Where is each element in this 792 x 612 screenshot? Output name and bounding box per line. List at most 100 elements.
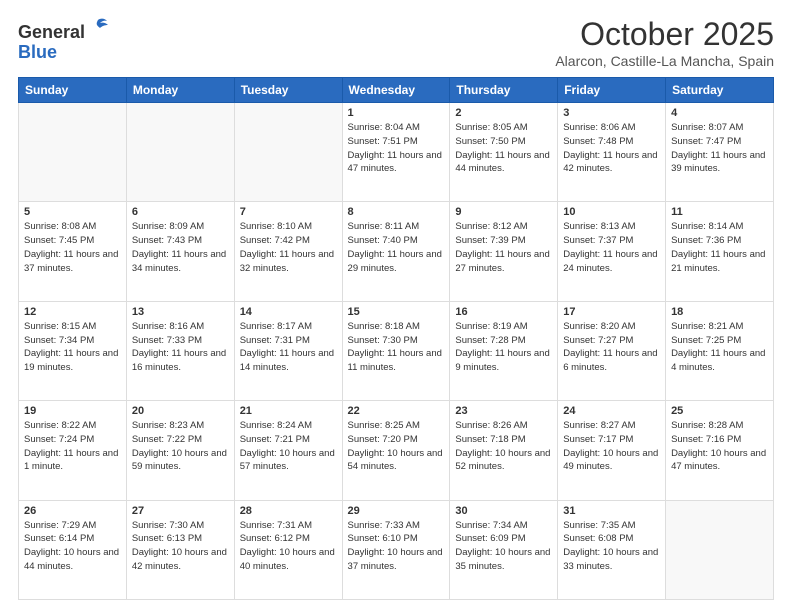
calendar-day-8: 8Sunrise: 8:11 AM Sunset: 7:40 PM Daylig… bbox=[342, 202, 450, 301]
calendar-day-13: 13Sunrise: 8:16 AM Sunset: 7:33 PM Dayli… bbox=[126, 301, 234, 400]
day-number: 23 bbox=[455, 405, 552, 417]
day-info: Sunrise: 8:17 AM Sunset: 7:31 PM Dayligh… bbox=[240, 320, 337, 375]
calendar-day-25: 25Sunrise: 8:28 AM Sunset: 7:16 PM Dayli… bbox=[666, 401, 774, 500]
logo: General Blue bbox=[18, 16, 109, 63]
calendar-day-30: 30 Sunrise: 7:34 AM Sunset: 6:09 PM Dayli… bbox=[450, 500, 558, 599]
day-number: 27 bbox=[132, 505, 229, 517]
calendar-day-11: 11Sunrise: 8:14 AM Sunset: 7:36 PM Dayli… bbox=[666, 202, 774, 301]
calendar-day-29: 29 Sunrise: 7:33 AM Sunset: 6:10 PM Dayli… bbox=[342, 500, 450, 599]
day-info: Sunrise: 8:18 AM Sunset: 7:30 PM Dayligh… bbox=[348, 320, 445, 375]
calendar-day-3: 3 Sunrise: 8:06 AM Sunset: 7:48 PM Daylig… bbox=[558, 103, 666, 202]
calendar-table: SundayMondayTuesdayWednesdayThursdayFrid… bbox=[18, 77, 774, 600]
calendar-day-23: 23 Sunrise: 8:26 AM Sunset: 7:18 PM Dayli… bbox=[450, 401, 558, 500]
page: General Blue October 2025 Alarcon, Casti… bbox=[0, 0, 792, 612]
calendar-day-12: 12 Sunrise: 8:15 AM Sunset: 7:34 PM Dayli… bbox=[19, 301, 127, 400]
calendar-day-26: 26 Sunrise: 7:29 AM Sunset: 6:14 PM Dayli… bbox=[19, 500, 127, 599]
logo-general-text: General bbox=[18, 22, 85, 42]
col-header-thursday: Thursday bbox=[450, 78, 558, 103]
calendar-week-1: 1Sunrise: 8:04 AM Sunset: 7:51 PM Daylig… bbox=[19, 103, 774, 202]
day-number: 29 bbox=[348, 505, 445, 517]
calendar-day-28: 28Sunrise: 7:31 AM Sunset: 6:12 PM Dayli… bbox=[234, 500, 342, 599]
calendar-week-3: 12 Sunrise: 8:15 AM Sunset: 7:34 PM Dayli… bbox=[19, 301, 774, 400]
calendar-day-22: 22 Sunrise: 8:25 AM Sunset: 7:20 PM Dayli… bbox=[342, 401, 450, 500]
day-info: Sunrise: 8:08 AM Sunset: 7:45 PM Dayligh… bbox=[24, 220, 121, 275]
col-header-friday: Friday bbox=[558, 78, 666, 103]
calendar-day-20: 20 Sunrise: 8:23 AM Sunset: 7:22 PM Dayli… bbox=[126, 401, 234, 500]
day-number: 11 bbox=[671, 206, 768, 218]
day-info: Sunrise: 8:28 AM Sunset: 7:16 PM Dayligh… bbox=[671, 419, 768, 474]
day-number: 7 bbox=[240, 206, 337, 218]
day-info: Sunrise: 8:20 AM Sunset: 7:27 PM Dayligh… bbox=[563, 320, 660, 375]
calendar-day-31: 31 Sunrise: 7:35 AM Sunset: 6:08 PM Dayli… bbox=[558, 500, 666, 599]
day-info: Sunrise: 7:34 AM Sunset: 6:09 PM Dayligh… bbox=[455, 519, 552, 574]
calendar-empty bbox=[126, 103, 234, 202]
day-info: Sunrise: 8:27 AM Sunset: 7:17 PM Dayligh… bbox=[563, 419, 660, 474]
calendar-day-14: 14Sunrise: 8:17 AM Sunset: 7:31 PM Dayli… bbox=[234, 301, 342, 400]
calendar-day-16: 16Sunrise: 8:19 AM Sunset: 7:28 PM Dayli… bbox=[450, 301, 558, 400]
calendar-week-2: 5 Sunrise: 8:08 AM Sunset: 7:45 PM Daylig… bbox=[19, 202, 774, 301]
day-info: Sunrise: 8:11 AM Sunset: 7:40 PM Dayligh… bbox=[348, 220, 445, 275]
day-info: Sunrise: 8:21 AM Sunset: 7:25 PM Dayligh… bbox=[671, 320, 768, 375]
calendar-week-5: 26 Sunrise: 7:29 AM Sunset: 6:14 PM Dayli… bbox=[19, 500, 774, 599]
day-number: 26 bbox=[24, 505, 121, 517]
day-info: Sunrise: 8:16 AM Sunset: 7:33 PM Dayligh… bbox=[132, 320, 229, 375]
day-info: Sunrise: 8:26 AM Sunset: 7:18 PM Dayligh… bbox=[455, 419, 552, 474]
header: General Blue October 2025 Alarcon, Casti… bbox=[18, 16, 774, 69]
calendar-day-27: 27Sunrise: 7:30 AM Sunset: 6:13 PM Dayli… bbox=[126, 500, 234, 599]
day-info: Sunrise: 8:23 AM Sunset: 7:22 PM Dayligh… bbox=[132, 419, 229, 474]
calendar-day-21: 21Sunrise: 8:24 AM Sunset: 7:21 PM Dayli… bbox=[234, 401, 342, 500]
day-number: 9 bbox=[455, 206, 552, 218]
calendar-day-4: 4Sunrise: 8:07 AM Sunset: 7:47 PM Daylig… bbox=[666, 103, 774, 202]
calendar-day-1: 1Sunrise: 8:04 AM Sunset: 7:51 PM Daylig… bbox=[342, 103, 450, 202]
location: Alarcon, Castille-La Mancha, Spain bbox=[555, 53, 774, 69]
calendar-empty bbox=[234, 103, 342, 202]
title-block: October 2025 Alarcon, Castille-La Mancha… bbox=[555, 16, 774, 69]
day-number: 17 bbox=[563, 306, 660, 318]
calendar-day-18: 18 Sunrise: 8:21 AM Sunset: 7:25 PM Dayli… bbox=[666, 301, 774, 400]
calendar-day-2: 2Sunrise: 8:05 AM Sunset: 7:50 PM Daylig… bbox=[450, 103, 558, 202]
day-info: Sunrise: 7:29 AM Sunset: 6:14 PM Dayligh… bbox=[24, 519, 121, 574]
day-number: 3 bbox=[563, 107, 660, 119]
col-header-saturday: Saturday bbox=[666, 78, 774, 103]
month-title: October 2025 bbox=[555, 16, 774, 53]
day-number: 21 bbox=[240, 405, 337, 417]
day-number: 19 bbox=[24, 405, 121, 417]
calendar-day-9: 9 Sunrise: 8:12 AM Sunset: 7:39 PM Daylig… bbox=[450, 202, 558, 301]
day-info: Sunrise: 8:15 AM Sunset: 7:34 PM Dayligh… bbox=[24, 320, 121, 375]
day-number: 15 bbox=[348, 306, 445, 318]
day-number: 22 bbox=[348, 405, 445, 417]
day-info: Sunrise: 8:09 AM Sunset: 7:43 PM Dayligh… bbox=[132, 220, 229, 275]
day-number: 31 bbox=[563, 505, 660, 517]
calendar-day-7: 7 Sunrise: 8:10 AM Sunset: 7:42 PM Daylig… bbox=[234, 202, 342, 301]
day-number: 4 bbox=[671, 107, 768, 119]
day-info: Sunrise: 8:06 AM Sunset: 7:48 PM Dayligh… bbox=[563, 121, 660, 176]
day-info: Sunrise: 7:33 AM Sunset: 6:10 PM Dayligh… bbox=[348, 519, 445, 574]
day-number: 1 bbox=[348, 107, 445, 119]
col-header-wednesday: Wednesday bbox=[342, 78, 450, 103]
calendar-empty bbox=[666, 500, 774, 599]
day-number: 6 bbox=[132, 206, 229, 218]
calendar-day-17: 17 Sunrise: 8:20 AM Sunset: 7:27 PM Dayli… bbox=[558, 301, 666, 400]
calendar-day-24: 24 Sunrise: 8:27 AM Sunset: 7:17 PM Dayli… bbox=[558, 401, 666, 500]
calendar-empty bbox=[19, 103, 127, 202]
day-info: Sunrise: 8:22 AM Sunset: 7:24 PM Dayligh… bbox=[24, 419, 121, 474]
calendar-day-15: 15 Sunrise: 8:18 AM Sunset: 7:30 PM Dayli… bbox=[342, 301, 450, 400]
day-number: 5 bbox=[24, 206, 121, 218]
day-number: 20 bbox=[132, 405, 229, 417]
calendar-header-row: SundayMondayTuesdayWednesdayThursdayFrid… bbox=[19, 78, 774, 103]
day-info: Sunrise: 7:35 AM Sunset: 6:08 PM Dayligh… bbox=[563, 519, 660, 574]
day-number: 18 bbox=[671, 306, 768, 318]
day-info: Sunrise: 8:10 AM Sunset: 7:42 PM Dayligh… bbox=[240, 220, 337, 275]
day-info: Sunrise: 8:13 AM Sunset: 7:37 PM Dayligh… bbox=[563, 220, 660, 275]
day-info: Sunrise: 7:31 AM Sunset: 6:12 PM Dayligh… bbox=[240, 519, 337, 574]
day-number: 12 bbox=[24, 306, 121, 318]
day-info: Sunrise: 8:12 AM Sunset: 7:39 PM Dayligh… bbox=[455, 220, 552, 275]
calendar-day-5: 5 Sunrise: 8:08 AM Sunset: 7:45 PM Daylig… bbox=[19, 202, 127, 301]
day-info: Sunrise: 8:25 AM Sunset: 7:20 PM Dayligh… bbox=[348, 419, 445, 474]
calendar-week-4: 19 Sunrise: 8:22 AM Sunset: 7:24 PM Dayli… bbox=[19, 401, 774, 500]
day-number: 30 bbox=[455, 505, 552, 517]
day-info: Sunrise: 8:05 AM Sunset: 7:50 PM Dayligh… bbox=[455, 121, 552, 176]
day-info: Sunrise: 8:19 AM Sunset: 7:28 PM Dayligh… bbox=[455, 320, 552, 375]
logo-bird-icon bbox=[87, 16, 109, 38]
day-number: 24 bbox=[563, 405, 660, 417]
